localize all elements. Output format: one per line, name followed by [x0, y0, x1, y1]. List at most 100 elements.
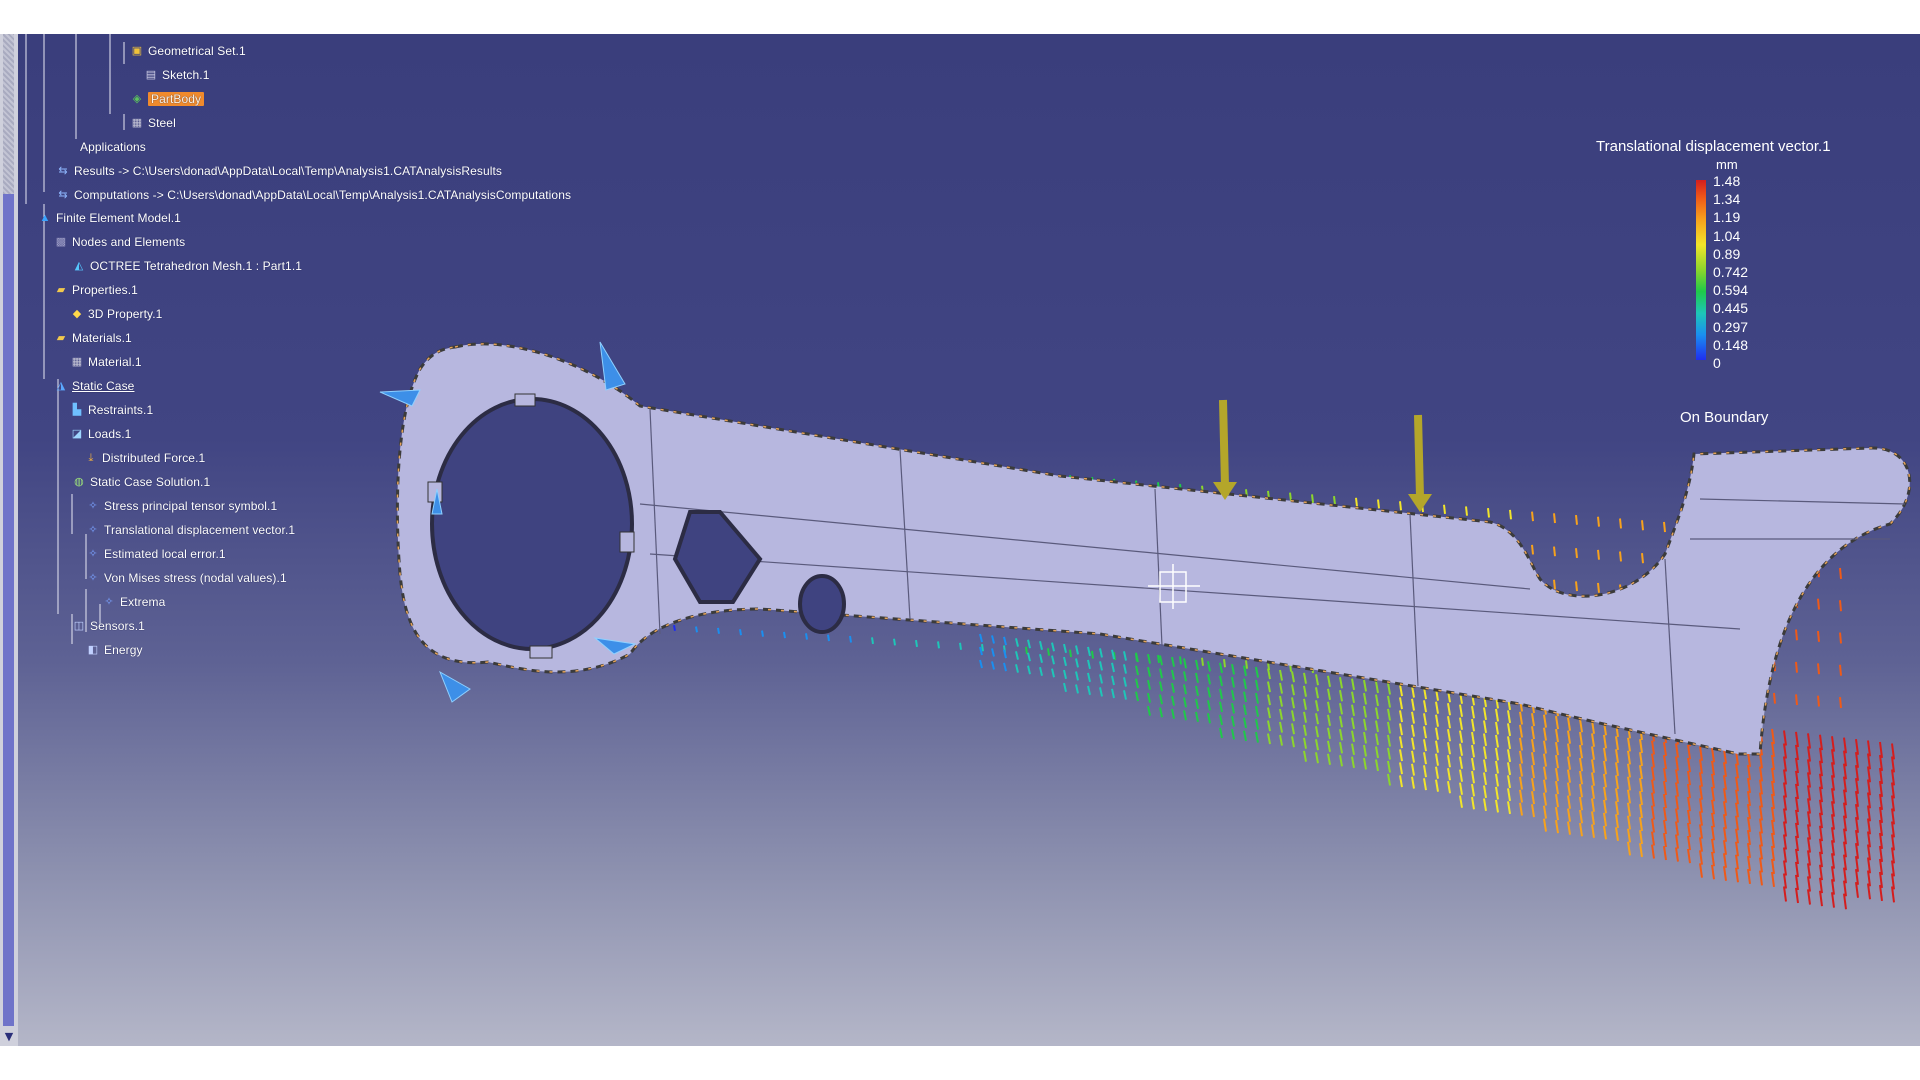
tree-item-3d-property-1[interactable]: ◆ 3D Property.1: [70, 305, 163, 323]
tree-item-steel[interactable]: ▦ Steel: [130, 114, 176, 132]
displacement-vector: [1069, 649, 1072, 658]
displacement-vector: [1627, 802, 1631, 817]
displacement-vector: [1555, 754, 1559, 769]
displacement-vector: [1147, 692, 1151, 703]
tree-item-restraints-1[interactable]: ▙ Restraints.1: [70, 401, 153, 419]
displacement-vector: [1639, 817, 1643, 832]
displacement-vector: [1771, 806, 1775, 823]
displacement-vector: [1807, 876, 1811, 892]
tree-item-results-c-users-donad-appdata-local-temp[interactable]: ⇆ Results -> C:\Users\donad\AppData\Local…: [56, 162, 502, 180]
displacement-vector: [1531, 713, 1535, 727]
legend-tick-label: 1.34: [1713, 191, 1741, 208]
3d-viewport[interactable]: ▼ ▣ Geometrical Set.1 ▤ Sketch.1 ◈ PartBody ▦ S…: [0, 34, 1920, 1046]
displacement-vector: [1363, 731, 1367, 744]
displacement-vector: [1543, 779, 1547, 793]
displacement-vector: [1723, 840, 1727, 855]
tree-item-distributed-force-1[interactable]: ⤓ Distributed Force.1: [84, 449, 206, 467]
displacement-vector: [1723, 866, 1727, 881]
tree-item-translational-displacement-vector-1[interactable]: ✧ Translational displacement vector.1: [86, 521, 295, 539]
displacement-vector: [1399, 775, 1403, 788]
tree-item-properties-1[interactable]: ▰ Properties.1: [54, 281, 138, 299]
tree-item-static-case-solution-1[interactable]: ◍ Static Case Solution.1: [72, 473, 210, 491]
displacement-vector: [1399, 749, 1403, 762]
tree-item-energy[interactable]: ◧ Energy: [86, 641, 143, 659]
partbody-icon: ◈: [132, 93, 142, 105]
displacement-vector: [1687, 809, 1691, 825]
displacement-vector: [739, 629, 742, 636]
displacement-vector: [1039, 640, 1043, 650]
displacement-vector: [1651, 844, 1655, 859]
displacement-vector: [1687, 822, 1691, 838]
displacement-vector: [1447, 728, 1451, 742]
displacement-vector: [1567, 756, 1571, 770]
displacement-vector: [1411, 737, 1415, 750]
tree-item-materials-1[interactable]: ▰ Materials.1: [54, 329, 132, 347]
displacement-vector: [1597, 516, 1600, 527]
specification-tree[interactable]: ▣ Geometrical Set.1 ▤ Sketch.1 ◈ PartBody ▦ Ste…: [0, 34, 720, 734]
tree-item-label: Applications: [80, 140, 146, 154]
displacement-vector: [1411, 776, 1415, 789]
displacement-vector: [1495, 734, 1499, 748]
energy-icon: ◧: [87, 644, 99, 656]
tree-item-octree-tetrahedron-mesh-1-part1-1[interactable]: ◭ OCTREE Tetrahedron Mesh.1 : Part1.1: [72, 257, 302, 275]
tree-item-sensors-1[interactable]: ◫ Sensors.1: [72, 617, 145, 635]
displacement-vector: [1339, 729, 1343, 741]
tree-item-finite-element-model-1[interactable]: ▲ Finite Element Model.1: [38, 209, 181, 227]
displacement-vector: [1303, 724, 1307, 736]
displacement-vector: [1807, 850, 1811, 866]
tree-item-von-mises-stress-nodal-values-1[interactable]: ✧ Von Mises stress (nodal values).1: [86, 569, 287, 587]
displacement-vector: [827, 634, 830, 642]
displacement-vector: [1507, 801, 1511, 815]
displacement-vector: [1795, 731, 1799, 748]
displacement-vector: [1543, 792, 1547, 806]
displacement-vector: [1591, 759, 1595, 773]
color-palette-legend[interactable]: Translational displacement vector.1 mm 1…: [1596, 138, 1876, 428]
displacement-vector: [1839, 696, 1842, 709]
tree-item-stress-principal-tensor-symbol-1[interactable]: ✧ Stress principal tensor symbol.1: [86, 497, 277, 515]
tree-item-nodes-and-elements[interactable]: ▩ Nodes and Elements: [54, 233, 185, 251]
displacement-vector: [1519, 763, 1523, 777]
displacement-vector: [1243, 691, 1247, 703]
displacement-vector: [1243, 678, 1247, 690]
displacement-vector: [1255, 731, 1259, 743]
displacement-vector: [1219, 701, 1223, 713]
tree-item-geometrical-set-1[interactable]: ▣ Geometrical Set.1: [130, 42, 246, 60]
displacement-vector: [1459, 717, 1463, 730]
displacement-vector: [1507, 723, 1511, 737]
image-icon: ✧: [88, 500, 98, 512]
displacement-vector: [1159, 668, 1163, 679]
displacement-vector: [1159, 707, 1163, 718]
tree-item-computations-c-users-donad-appdata-local[interactable]: ⇆ Computations -> C:\Users\donad\AppData\…: [56, 186, 571, 204]
displacement-vector: [1591, 811, 1595, 825]
displacement-vector: [1531, 804, 1535, 818]
displacement-vector: [1459, 782, 1463, 795]
displacement-vector: [1411, 711, 1415, 724]
displacement-vector: [1817, 663, 1820, 675]
displacement-vector: [1619, 518, 1622, 529]
displacement-vector: [1771, 767, 1775, 784]
displacement-vector: [1267, 720, 1271, 732]
displacement-vector: [1531, 778, 1535, 792]
displacement-vector: [1267, 707, 1271, 719]
displacement-vector: [1207, 674, 1211, 685]
scroll-down-arrow-icon[interactable]: ▼: [2, 1030, 16, 1044]
displacement-vector: [1543, 805, 1547, 819]
displacement-vector: [1531, 726, 1535, 740]
displacement-vector: [1651, 818, 1655, 833]
displacement-vector: [1509, 509, 1512, 520]
displacement-vector: [1747, 752, 1751, 767]
tree-item-sketch-1[interactable]: ▤ Sketch.1: [144, 66, 210, 84]
displacement-vector: [1531, 739, 1535, 753]
displacement-vector: [1807, 824, 1811, 840]
tree-item-extrema[interactable]: ✧ Extrema: [102, 593, 165, 611]
displacement-vector: [1267, 694, 1271, 706]
tree-item-material-1[interactable]: ▦ Material.1: [70, 353, 142, 371]
tree-item-loads-1[interactable]: ◪ Loads.1: [70, 425, 132, 443]
displacement-vector: [1795, 661, 1798, 673]
displacement-vector: [1399, 710, 1403, 723]
tree-item-partbody[interactable]: ◈ PartBody: [130, 90, 205, 108]
tree-item-static-case[interactable]: ◮ Static Case: [54, 377, 135, 395]
tree-item-applications[interactable]: Applications: [80, 138, 146, 156]
tree-item-estimated-local-error-1[interactable]: ✧ Estimated local error.1: [86, 545, 226, 563]
displacement-vector: [1483, 798, 1487, 812]
